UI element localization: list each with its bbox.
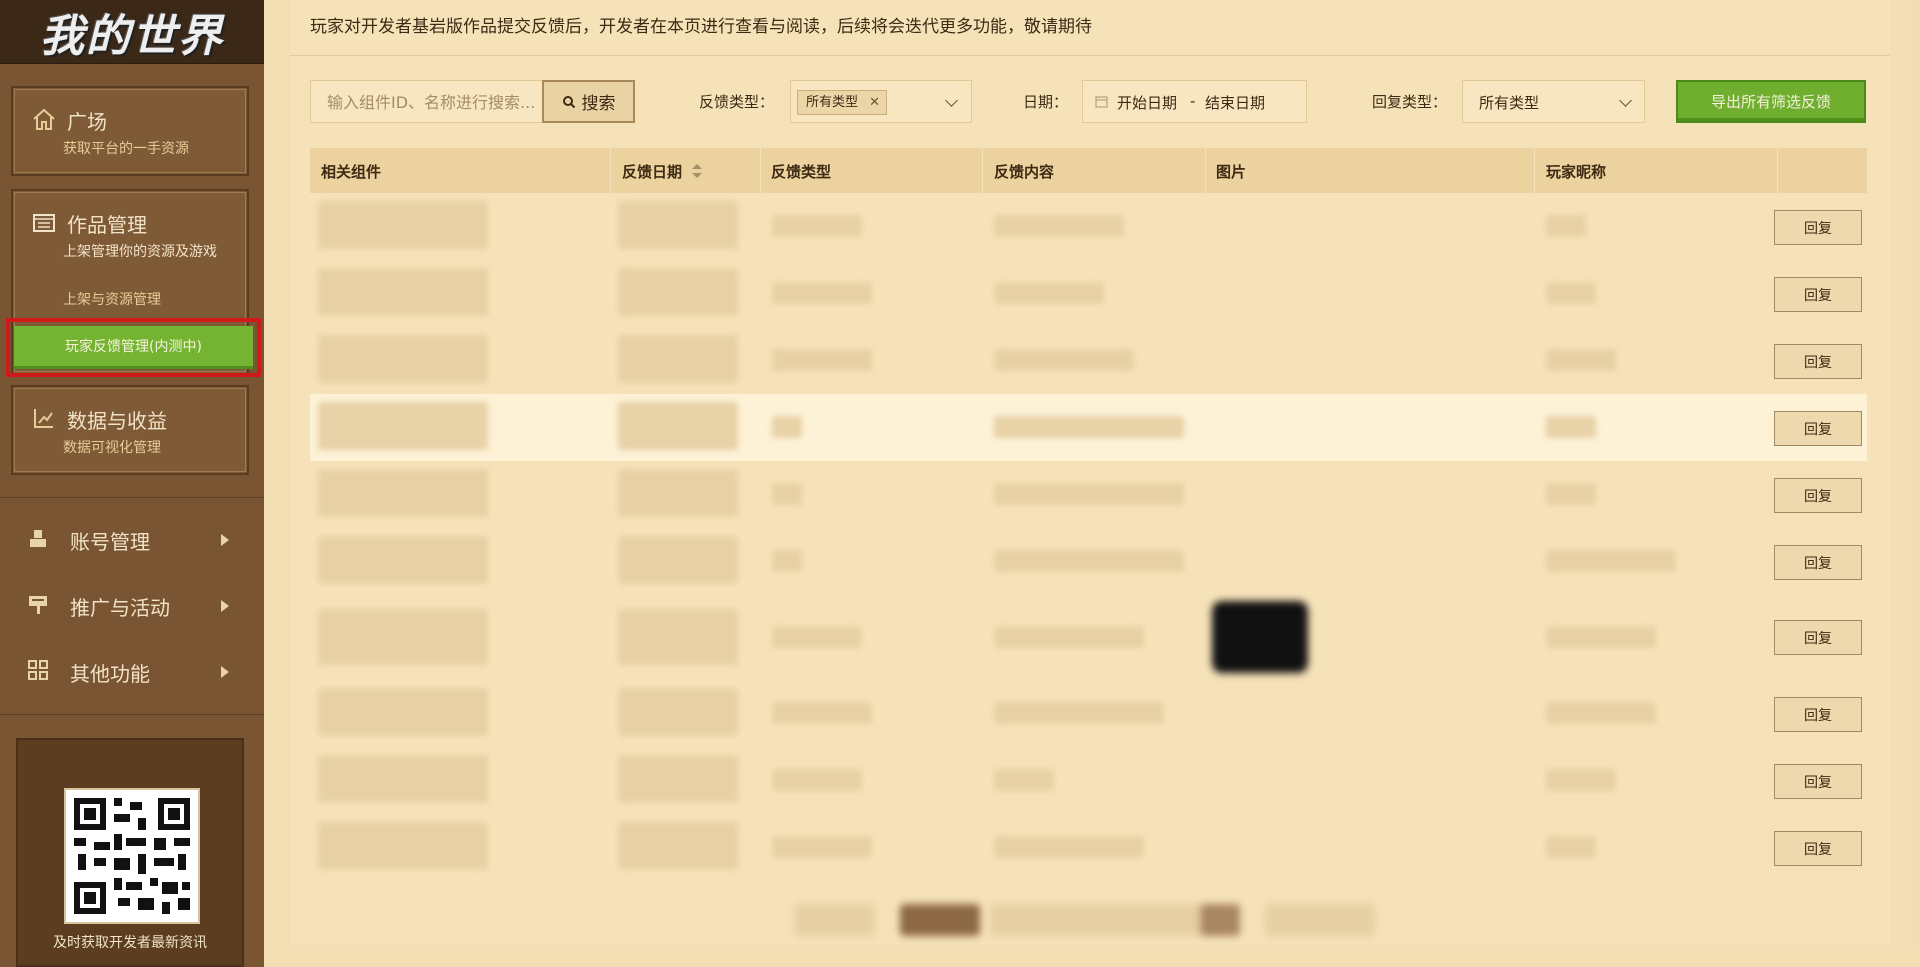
date-end[interactable]: 结束日期 (1205, 92, 1265, 113)
chart-icon (34, 409, 53, 428)
reply-type-select[interactable]: 所有类型 (1462, 80, 1645, 123)
sidebar: 我的世界 广场 获取平台的一手资源 作品管理 上架管理你的资源及游戏 上架与资源… (0, 0, 264, 967)
reply-button[interactable]: 回复 (1774, 344, 1862, 379)
active-highlight-frame: 玩家反馈管理(内测中) (6, 318, 261, 377)
logo-text: 我的世界 (40, 10, 224, 62)
col-content: 反馈内容 (994, 163, 1055, 181)
nav-promotion-label: 推广与活动 (70, 596, 170, 620)
search-icon (562, 95, 575, 108)
qr-panel: 及时获取开发者最新资讯 (16, 738, 244, 967)
card-title-works: 作品管理 (67, 213, 147, 237)
reply-button[interactable]: 回复 (1774, 697, 1862, 732)
reply-button[interactable]: 回复 (1774, 831, 1862, 866)
reply-button[interactable]: 回复 (1774, 764, 1862, 799)
reply-button[interactable]: 回复 (1774, 545, 1862, 580)
feedback-type-label: 反馈类型： (699, 93, 775, 111)
account-icon (30, 530, 46, 547)
search-button-label: 搜索 (581, 94, 616, 114)
reply-button[interactable]: 回复 (1774, 478, 1862, 513)
nav-promotion[interactable]: 推广与活动 (0, 578, 264, 634)
reply-type-value: 所有类型 (1479, 94, 1540, 112)
calendar-icon (1095, 96, 1108, 108)
export-button[interactable]: 导出所有筛选反馈 (1676, 80, 1866, 123)
col-image: 图片 (1216, 163, 1247, 181)
qr-caption: 及时获取开发者最新资讯 (53, 935, 207, 951)
sidebar-item-player-feedback[interactable]: 玩家反馈管理(内测中) (14, 326, 253, 369)
reply-button[interactable]: 回复 (1774, 620, 1862, 655)
col-component: 相关组件 (321, 163, 382, 181)
table-row: 回复 (310, 680, 1867, 747)
date-range-picker[interactable]: 开始日期 - 结束日期 (1082, 80, 1307, 123)
date-label: 日期： (1023, 93, 1069, 111)
table-row: 回复 (310, 814, 1867, 881)
sidebar-card-plaza[interactable]: 广场 获取平台的一手资源 (11, 86, 249, 176)
card-sub-plaza: 获取平台的一手资源 (63, 141, 189, 157)
logo[interactable]: 我的世界 (0, 0, 264, 64)
sidebar-item-resource-management[interactable]: 上架与资源管理 (63, 289, 161, 309)
chevron-down-icon (945, 94, 958, 107)
col-date[interactable]: 反馈日期 (622, 161, 682, 182)
table-row: 回复 (310, 595, 1867, 680)
table-row: 回复 (310, 747, 1867, 814)
notice-bar: 玩家对开发者基岩版作品提交反馈后，开发者在本页进行查看与阅读，后续将会迭代更多功… (290, 0, 1890, 56)
table-row: 回复 (310, 394, 1867, 461)
date-separator: - (1190, 92, 1196, 110)
nav-other[interactable]: 其他功能 (0, 644, 264, 700)
search-button[interactable]: 搜索 (542, 80, 635, 123)
table-header: 相关组件 反馈日期 反馈类型 反馈内容 图片 玩家昵称 (310, 148, 1867, 193)
sidebar-card-data[interactable]: 数据与收益 数据可视化管理 (11, 385, 249, 475)
feedback-type-tag-label: 所有类型 (806, 95, 859, 110)
close-icon[interactable]: ✕ (869, 91, 880, 114)
pagination-active[interactable] (1200, 904, 1240, 936)
table-row: 回复 (310, 327, 1867, 394)
feedback-type-tag[interactable]: 所有类型 ✕ (797, 90, 888, 115)
qr-code (64, 788, 200, 924)
reply-type-label: 回复类型： (1372, 93, 1448, 111)
date-start[interactable]: 开始日期 (1117, 92, 1177, 113)
scrollbar[interactable] (1912, 0, 1920, 945)
table-row: 回复 (310, 528, 1867, 595)
notice-text: 玩家对开发者基岩版作品提交反馈后，开发者在本页进行查看与阅读，后续将会迭代更多功… (310, 17, 1092, 37)
chevron-right-icon (221, 666, 229, 678)
chevron-right-icon (221, 534, 229, 546)
chevron-right-icon (221, 600, 229, 612)
col-nickname: 玩家昵称 (1546, 163, 1607, 181)
signboard-icon (29, 596, 47, 614)
nav-account-label: 账号管理 (70, 530, 150, 554)
pagination-current[interactable] (900, 904, 980, 936)
table-row: 回复 (310, 461, 1867, 528)
search-input[interactable] (311, 81, 554, 124)
sort-icon[interactable] (690, 162, 704, 180)
feedback-type-select[interactable]: 所有类型 ✕ (790, 80, 972, 123)
grid-icon (28, 660, 48, 680)
reply-button[interactable]: 回复 (1774, 411, 1862, 446)
feedback-image-thumbnail[interactable] (1212, 601, 1308, 673)
folder-icon (33, 214, 55, 232)
home-icon (33, 108, 55, 130)
pagination-prev[interactable] (795, 904, 875, 936)
card-title-data: 数据与收益 (67, 409, 167, 433)
pagination-next[interactable] (1265, 904, 1375, 936)
card-title-plaza: 广场 (67, 110, 107, 134)
chevron-down-icon (1619, 94, 1632, 107)
col-type: 反馈类型 (771, 163, 832, 181)
nav-account[interactable]: 账号管理 (0, 512, 264, 568)
nav-other-label: 其他功能 (70, 662, 150, 686)
pagination-pages[interactable] (990, 904, 1200, 936)
reply-button[interactable]: 回复 (1774, 210, 1862, 245)
main-content: 玩家对开发者基岩版作品提交反馈后，开发者在本页进行查看与阅读，后续将会迭代更多功… (290, 0, 1890, 945)
reply-button[interactable]: 回复 (1774, 277, 1862, 312)
card-sub-works: 上架管理你的资源及游戏 (63, 244, 217, 260)
card-sub-data: 数据可视化管理 (63, 440, 161, 456)
search-box (310, 80, 554, 124)
table-row: 回复 (310, 260, 1867, 327)
table-row: 回复 (310, 193, 1867, 260)
